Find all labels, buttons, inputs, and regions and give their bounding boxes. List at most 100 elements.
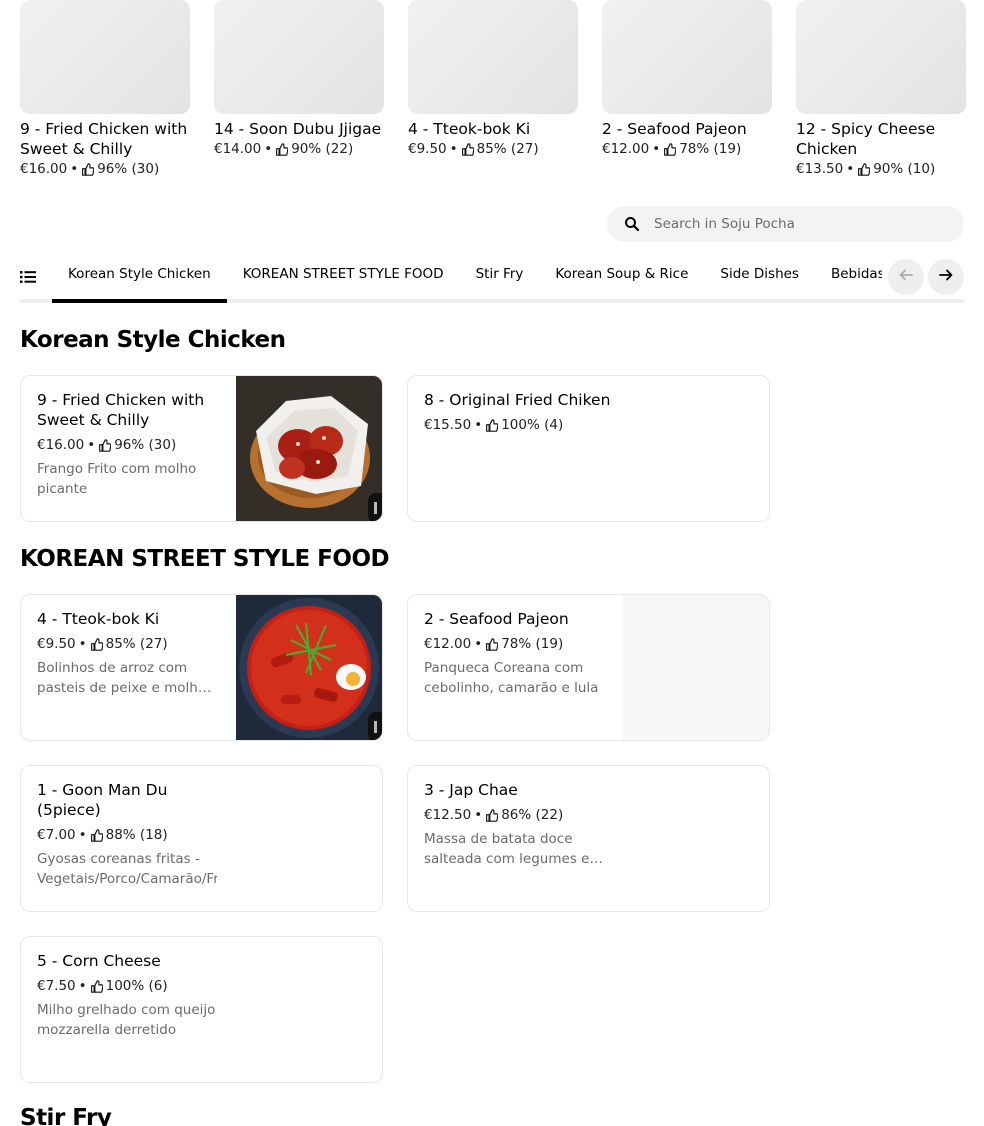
- menu-item-card[interactable]: 2 - Seafood Pajeon €12.00 • 78% (19) Pan…: [407, 594, 770, 741]
- carousel-card[interactable]: 12 - Spicy Cheese Chicken €13.50 • 90% (…: [796, 0, 966, 179]
- item-price: €15.50: [424, 417, 472, 433]
- separator: •: [474, 636, 483, 652]
- thumbs-up-icon: [663, 142, 677, 156]
- section-title: Korean Style Chicken: [20, 327, 286, 353]
- scroll-right-button[interactable]: [928, 259, 964, 295]
- item-rating: 85% (27): [476, 141, 539, 157]
- item-name: 14 - Soon Dubu Jjigae: [214, 120, 382, 138]
- item-price: €12.00: [424, 636, 472, 652]
- tab-korean-style-chicken[interactable]: Korean Style Chicken: [52, 252, 227, 303]
- tab-korean-soup-rice[interactable]: Korean Soup & Rice: [539, 252, 704, 303]
- category-list-icon[interactable]: [20, 269, 36, 283]
- thumbs-up-icon: [485, 637, 499, 651]
- menu-item-card[interactable]: 3 - Jap Chae €12.50 • 86% (22) Massa de …: [407, 765, 770, 912]
- item-name: 8 - Original Fried Chiken: [424, 391, 611, 409]
- search-icon: [624, 216, 640, 232]
- item-description: Panqueca Coreana com cebolinho, camarão …: [424, 660, 599, 696]
- item-image: [214, 0, 384, 114]
- item-meta: €7.00 • 88% (18): [37, 825, 217, 845]
- item-image: [408, 0, 578, 114]
- item-name: 3 - Jap Chae: [424, 781, 518, 799]
- thumbs-up-icon: [90, 637, 103, 651]
- separator: •: [846, 161, 855, 177]
- separator: •: [78, 978, 87, 994]
- tabs-list: Korean Style Chicken KOREAN STREET STYLE…: [52, 252, 882, 303]
- tab-stir-fry[interactable]: Stir Fry: [460, 252, 540, 303]
- search-input[interactable]: [654, 216, 934, 232]
- carousel-card[interactable]: 2 - Seafood Pajeon €12.00 • 78% (19): [602, 0, 772, 179]
- item-name: 5 - Corn Cheese: [37, 952, 161, 970]
- menu-item-card[interactable]: 5 - Corn Cheese €7.50 • 100% (6) Milho g…: [20, 936, 383, 1083]
- carousel-card[interactable]: 4 - Tteok-bok Ki €9.50 • 85% (27): [408, 0, 578, 179]
- thumbs-up-icon: [98, 438, 112, 452]
- section-title: KOREAN STREET STYLE FOOD: [20, 546, 390, 572]
- category-tabs: Korean Style Chicken KOREAN STREET STYLE…: [20, 252, 964, 303]
- item-rating: 90% (10): [873, 161, 936, 177]
- item-meta: €7.50 • 100% (6): [37, 976, 217, 996]
- separator: •: [78, 827, 87, 843]
- item-info: 4 - Tteok-bok Ki €9.50 • 85% (27) Bolinh…: [37, 609, 217, 698]
- item-name: 12 - Spicy Cheese Chicken: [796, 120, 936, 158]
- item-name: 2 - Seafood Pajeon: [424, 610, 569, 628]
- item-price: €9.50: [408, 141, 447, 157]
- menu-search-bar[interactable]: [607, 206, 964, 242]
- menu-item-card[interactable]: 1 - Goon Man Du (5piece) €7.00 • 88% (18…: [20, 765, 383, 912]
- tab-side-dishes[interactable]: Side Dishes: [704, 252, 815, 303]
- item-description: Massa de batata doce salteada com legume…: [424, 831, 590, 867]
- carousel-card[interactable]: 14 - Soon Dubu Jjigae €14.00 • 90% (22): [214, 0, 384, 179]
- thumbs-up-icon: [90, 979, 103, 993]
- item-price: €7.50: [37, 978, 76, 994]
- item-meta: €9.50 • 85% (27): [408, 139, 578, 159]
- thumbs-up-icon: [90, 828, 103, 842]
- separator: •: [87, 437, 96, 453]
- item-meta: €14.00 • 90% (22): [214, 139, 384, 159]
- item-rating: 100% (6): [105, 978, 168, 994]
- item-meta: €12.50 • 86% (22): [424, 805, 604, 825]
- separator: •: [264, 141, 273, 157]
- item-name: 2 - Seafood Pajeon: [602, 120, 747, 138]
- item-name: 1 - Goon Man Du (5piece): [37, 781, 168, 819]
- item-price: €14.00: [214, 141, 262, 157]
- menu-item-card[interactable]: 4 - Tteok-bok Ki €9.50 • 85% (27) Bolinh…: [20, 594, 383, 741]
- arrow-left-icon: [898, 267, 914, 287]
- item-price: €16.00: [37, 437, 85, 453]
- item-rating: 96% (30): [97, 161, 160, 177]
- item-price: €12.00: [602, 141, 650, 157]
- item-description: Frango Frito com molho picante: [37, 461, 197, 497]
- item-meta: €12.00 • 78% (19): [602, 139, 772, 159]
- item-image: [20, 0, 190, 114]
- item-meta: €12.00 • 78% (19): [424, 634, 604, 654]
- item-rating: 78% (19): [501, 636, 564, 652]
- item-info: 8 - Original Fried Chiken €15.50 • 100% …: [424, 390, 610, 435]
- tab-korean-street-style-food[interactable]: KOREAN STREET STYLE FOOD: [227, 252, 460, 303]
- section-title: Stir Fry: [20, 1105, 112, 1126]
- item-info: 3 - Jap Chae €12.50 • 86% (22) Massa de …: [424, 780, 604, 869]
- item-price: €13.50: [796, 161, 844, 177]
- thumbs-up-icon: [857, 162, 871, 176]
- item-rating: 88% (18): [105, 827, 168, 843]
- item-price: €7.00: [37, 827, 76, 843]
- tab-bebidas[interactable]: Bebidas: [815, 252, 882, 303]
- item-name: 9 - Fried Chicken with Sweet & Chilly: [37, 391, 205, 429]
- item-rating: 90% (22): [291, 141, 354, 157]
- item-info: 1 - Goon Man Du (5piece) €7.00 • 88% (18…: [37, 780, 217, 889]
- separator: •: [78, 636, 87, 652]
- thumbs-up-icon: [461, 142, 474, 156]
- item-rating: 78% (19): [679, 141, 742, 157]
- item-meta: €16.00 • 96% (30): [37, 435, 217, 455]
- item-rating: 100% (4): [501, 417, 564, 433]
- item-meta: €13.50 • 90% (10): [796, 159, 966, 179]
- item-rating: 96% (30): [114, 437, 177, 453]
- item-name: 9 - Fried Chicken with Sweet & Chilly: [20, 120, 188, 158]
- thumbs-up-icon: [275, 142, 289, 156]
- scroll-left-button[interactable]: [888, 259, 924, 295]
- item-image: [796, 0, 966, 114]
- item-description: Bolinhos de arroz com pasteis de peixe e…: [37, 660, 207, 696]
- menu-item-card[interactable]: 8 - Original Fried Chiken €15.50 • 100% …: [407, 375, 770, 522]
- carousel-card[interactable]: 9 - Fried Chicken with Sweet & Chilly €1…: [20, 0, 190, 179]
- item-description: Milho grelhado com queijo mozzarella der…: [37, 1002, 216, 1038]
- menu-item-card[interactable]: 9 - Fried Chicken with Sweet & Chilly €1…: [20, 375, 383, 522]
- item-info: 2 - Seafood Pajeon €12.00 • 78% (19) Pan…: [424, 609, 604, 698]
- item-price: €16.00: [20, 161, 68, 177]
- item-price: €9.50: [37, 636, 76, 652]
